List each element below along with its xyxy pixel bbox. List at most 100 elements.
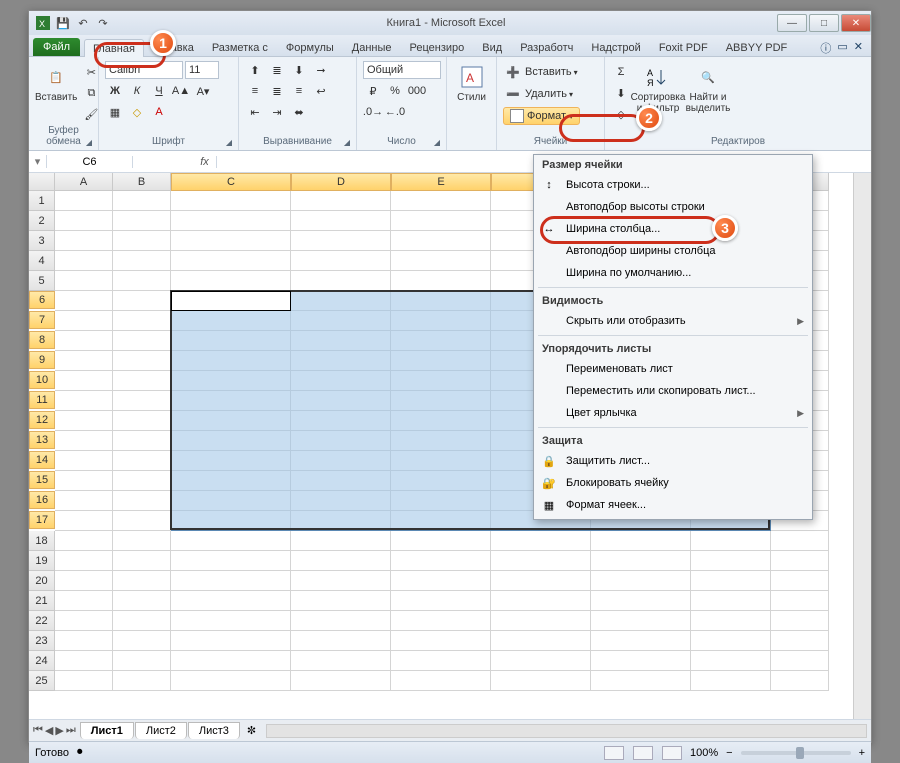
namebox-dropdown-icon[interactable]: ▾	[29, 155, 47, 168]
cell[interactable]	[113, 311, 171, 331]
menu-item-move-copy-sheet[interactable]: Переместить или скопировать лист...	[534, 380, 812, 402]
cell[interactable]	[171, 211, 291, 231]
cell[interactable]	[591, 531, 691, 551]
menu-item-protect-sheet[interactable]: 🔒Защитить лист...	[534, 450, 812, 472]
cell[interactable]	[171, 611, 291, 631]
cell[interactable]	[391, 611, 491, 631]
cell[interactable]	[113, 531, 171, 551]
cell[interactable]	[771, 651, 829, 671]
file-tab[interactable]: Файл	[33, 38, 80, 56]
cell[interactable]	[591, 571, 691, 591]
cell[interactable]	[55, 471, 113, 491]
row-header[interactable]: 4	[29, 251, 55, 271]
row-header[interactable]: 18	[29, 531, 55, 551]
underline-icon[interactable]: Ч	[149, 82, 169, 100]
menu-item-autofit-row[interactable]: Автоподбор высоты строки	[534, 196, 812, 218]
cell[interactable]	[55, 411, 113, 431]
cell[interactable]	[55, 371, 113, 391]
cell[interactable]	[113, 251, 171, 271]
cell[interactable]	[391, 351, 491, 371]
percent-icon[interactable]: %	[385, 82, 405, 100]
cell[interactable]	[55, 251, 113, 271]
cell[interactable]	[391, 231, 491, 251]
cell[interactable]	[55, 491, 113, 511]
row-header[interactable]: 9	[29, 351, 55, 369]
row-header[interactable]: 7	[29, 311, 55, 329]
cell[interactable]	[55, 451, 113, 471]
cell[interactable]	[171, 291, 291, 311]
clear-icon[interactable]: ◇	[611, 105, 631, 123]
cell[interactable]	[771, 591, 829, 611]
cell[interactable]	[391, 551, 491, 571]
sheet-tab[interactable]: Лист3	[188, 722, 240, 739]
redo-icon[interactable]: ↷	[95, 15, 111, 31]
cell[interactable]	[391, 371, 491, 391]
cell[interactable]	[691, 551, 771, 571]
cell[interactable]	[113, 371, 171, 391]
orientation-icon[interactable]: ⭢	[311, 61, 331, 79]
cell[interactable]	[291, 411, 391, 431]
cell[interactable]	[391, 391, 491, 411]
cell[interactable]	[55, 291, 113, 311]
column-header[interactable]: C	[171, 173, 291, 191]
row-header[interactable]: 16	[29, 491, 55, 509]
cell[interactable]	[391, 271, 491, 291]
row-header[interactable]: 21	[29, 591, 55, 611]
row-header[interactable]: 5	[29, 271, 55, 291]
tab-данные[interactable]: Данные	[343, 38, 401, 56]
grow-font-icon[interactable]: A▲	[171, 82, 191, 100]
row-header[interactable]: 20	[29, 571, 55, 591]
row-header[interactable]: 8	[29, 331, 55, 349]
cell[interactable]	[55, 611, 113, 631]
align-center-icon[interactable]: ≣	[267, 82, 287, 100]
cell[interactable]	[291, 571, 391, 591]
cell[interactable]	[55, 431, 113, 451]
cell[interactable]	[55, 571, 113, 591]
doc-close-icon[interactable]: ✕	[854, 40, 863, 56]
tab-разработч[interactable]: Разработч	[511, 38, 582, 56]
cell[interactable]	[113, 511, 171, 531]
cell[interactable]	[113, 351, 171, 371]
bold-icon[interactable]: Ж	[105, 82, 125, 100]
align-bottom-icon[interactable]: ⬇	[289, 61, 309, 79]
cell[interactable]	[691, 611, 771, 631]
cell[interactable]	[113, 591, 171, 611]
column-header[interactable]: A	[55, 173, 113, 191]
cell[interactable]	[171, 431, 291, 451]
align-middle-icon[interactable]: ≣	[267, 61, 287, 79]
cell[interactable]	[591, 671, 691, 691]
cell[interactable]	[171, 191, 291, 211]
cell[interactable]	[491, 591, 591, 611]
autosum-icon[interactable]: Σ	[611, 63, 631, 81]
cell[interactable]	[291, 611, 391, 631]
cell[interactable]	[171, 571, 291, 591]
styles-button[interactable]: A Стили	[453, 61, 490, 134]
cell[interactable]	[691, 571, 771, 591]
cell[interactable]	[291, 511, 391, 531]
cell[interactable]	[491, 631, 591, 651]
cell[interactable]	[55, 211, 113, 231]
sheet-tab[interactable]: Лист2	[135, 722, 187, 739]
cell[interactable]	[171, 671, 291, 691]
minimize-button[interactable]: —	[777, 14, 807, 32]
row-header[interactable]: 24	[29, 651, 55, 671]
cell[interactable]	[291, 631, 391, 651]
cell[interactable]	[171, 531, 291, 551]
cell[interactable]	[55, 631, 113, 651]
cell[interactable]	[55, 671, 113, 691]
font-size-selector[interactable]: 11	[185, 61, 219, 79]
row-header[interactable]: 10	[29, 371, 55, 389]
cell[interactable]	[291, 531, 391, 551]
cell[interactable]	[291, 291, 391, 311]
cell[interactable]	[171, 491, 291, 511]
cell[interactable]	[591, 651, 691, 671]
cell[interactable]	[291, 311, 391, 331]
border-icon[interactable]: ▦	[105, 103, 125, 121]
menu-item-rename-sheet[interactable]: Переименовать лист	[534, 358, 812, 380]
fx-label[interactable]: fx	[193, 156, 217, 168]
dialog-launcher-icon[interactable]: ◢	[432, 138, 442, 148]
tab-вид[interactable]: Вид	[473, 38, 511, 56]
wrap-text-icon[interactable]: ↩	[311, 82, 331, 100]
cell[interactable]	[113, 231, 171, 251]
number-format-selector[interactable]: Общий	[363, 61, 441, 79]
